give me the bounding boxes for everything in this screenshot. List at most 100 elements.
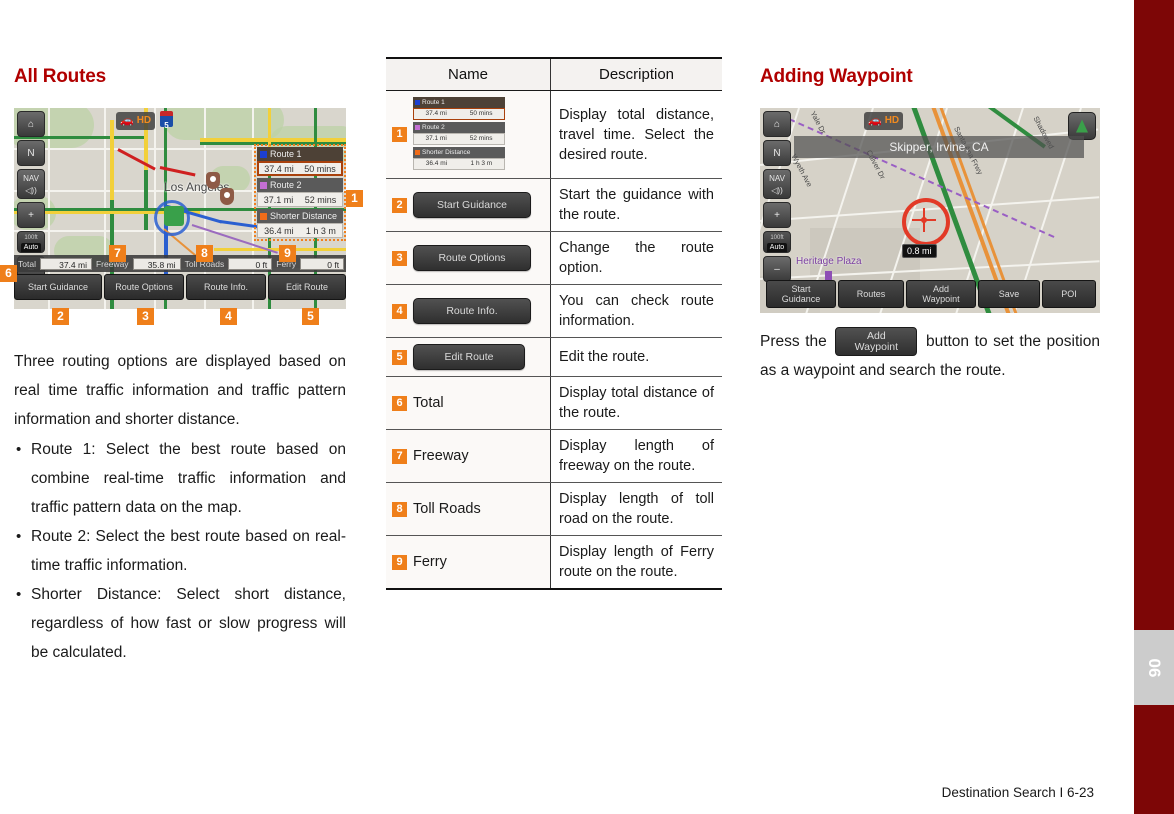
map-scale-indicator[interactable]: 100ft Auto (763, 231, 791, 253)
button-line-1: Start (791, 284, 811, 294)
edit-route-button[interactable]: Edit Route (268, 274, 346, 300)
scale-value: 100ft (24, 235, 38, 241)
north-up-icon[interactable]: N (763, 140, 791, 166)
summary-label-total: Total (18, 258, 36, 269)
nav-label: NAV (23, 174, 39, 183)
callout-4: 4 (392, 303, 407, 319)
add-waypoint-button[interactable]: Add Waypoint (835, 327, 918, 357)
route-options-button[interactable]: Route Options (413, 245, 531, 271)
highway-shield-icon: 5 (160, 111, 173, 130)
table-cell-name: 2 Start Guidance (386, 178, 551, 232)
table-row: 8 Toll Roads Display length of toll road… (386, 482, 722, 536)
zoom-in-button[interactable]: + (17, 202, 45, 228)
route-color-swatch (415, 100, 420, 105)
scale-value: 100ft (770, 235, 784, 241)
start-guidance-button[interactable]: Start Guidance (766, 280, 836, 308)
button-line-1: Add (932, 284, 949, 294)
route-time: 50 mins (469, 110, 493, 117)
callout-6: 6 (392, 395, 407, 411)
summary-value-toll: 0 ft (228, 257, 273, 270)
table-cell-description: You can check route information. (550, 284, 722, 338)
hd-traffic-icon: HD (884, 115, 900, 126)
route-color-swatch (415, 150, 420, 155)
table-row: 3 Route Options Change the route option. (386, 231, 722, 285)
label-ferry: Ferry (413, 554, 447, 570)
add-waypoint-button[interactable]: Add Waypoint (906, 280, 976, 308)
callout-2: 2 (52, 308, 69, 325)
chapter-tab: 06 (1134, 630, 1174, 705)
table-row: 1 Route 1 37.4 mi 50 mins Route 2 37.1 m… (386, 90, 722, 179)
adding-waypoint-screenshot: Yale Dr Culver Dr Wyeth Ave Santa Ana Fr… (760, 108, 1100, 313)
all-routes-screenshot: Los Angeles ⌂ N NAV ◁)) + 100ft Auto – 🚗… (14, 108, 346, 309)
traffic-hd-badge: 🚗 HD (864, 112, 904, 130)
routes-button[interactable]: Routes (838, 280, 904, 308)
callout-3: 3 (137, 308, 154, 325)
nav-label: NAV (769, 174, 785, 183)
table-cell-name: 9 Ferry (386, 535, 551, 590)
callout-7: 7 (109, 245, 126, 262)
table-cell-description: Edit the route. (550, 337, 722, 377)
edit-route-button[interactable]: Edit Route (413, 344, 525, 370)
table-header-row: Name Description (386, 58, 722, 91)
table-row: 2 Start Guidance Start the guidance with… (386, 178, 722, 232)
route-option-row: Route 1 37.4 mi 50 mins (413, 97, 505, 120)
table-cell-description: Display total distance, travel time. Sel… (550, 90, 722, 179)
route-info-button[interactable]: Route Info. (413, 298, 531, 324)
home-icon[interactable]: ⌂ (17, 111, 45, 137)
map-action-bar[interactable]: Start Guidance Route Options Route Info.… (14, 274, 346, 300)
mute-icon: ◁)) (25, 186, 37, 195)
nav-voice-button[interactable]: NAV ◁)) (17, 169, 45, 199)
page-title-all-routes: All Routes (14, 66, 106, 87)
map-action-bar[interactable]: Start Guidance Routes Add Waypoint Save … (766, 280, 1096, 308)
route-distance: 37.4 mi (425, 110, 447, 117)
start-guidance-button[interactable]: Start Guidance (413, 192, 531, 218)
start-guidance-button[interactable]: Start Guidance (14, 274, 102, 300)
route-time: 1 h 3 m (470, 160, 493, 167)
poi-button[interactable]: POI (1042, 280, 1096, 308)
table-cell-description: Display length of Ferry route on the rou… (550, 535, 722, 590)
table-cell-description: Display length of freeway on the route. (550, 429, 722, 483)
name-description-table: Name Description 1 Route 1 37.4 mi 50 mi… (386, 57, 722, 590)
table-cell-description: Display length of toll road on the route… (550, 482, 722, 536)
north-up-icon[interactable]: N (17, 140, 45, 166)
label-toll-roads: Toll Roads (413, 501, 481, 517)
street-label: Yale Dr (808, 109, 828, 136)
route-distance: 36.4 mi (425, 160, 448, 167)
zoom-out-button[interactable]: – (763, 256, 791, 282)
route-option-row: Route 2 37.1 mi 52 mins (413, 122, 505, 145)
callout-3: 3 (392, 250, 407, 266)
label-total: Total (413, 395, 444, 411)
hd-traffic-icon: HD (136, 115, 152, 126)
summary-value-ferry: 0 ft (300, 257, 345, 270)
bullet-route-2: Route 2: Select the best route based on … (14, 522, 346, 580)
zoom-in-button[interactable]: + (763, 202, 791, 228)
nav-voice-button[interactable]: NAV ◁)) (763, 169, 791, 199)
page-footer: Destination Search I 6-23 (941, 785, 1094, 800)
callout-4: 4 (220, 308, 237, 325)
scale-auto-badge: Auto (766, 243, 788, 252)
callout-1: 1 (392, 127, 407, 142)
table-cell-name: 8 Toll Roads (386, 482, 551, 536)
route-options-button[interactable]: Route Options (104, 274, 184, 300)
map-poi-pin (206, 172, 220, 189)
car-icon: 🚗 (120, 114, 134, 127)
callout-6: 6 (0, 265, 17, 282)
home-icon[interactable]: ⌂ (763, 111, 791, 137)
table-cell-name: 4 Route Info. (386, 284, 551, 338)
summary-value-freeway: 35.8 mi (132, 257, 181, 270)
route-info-button[interactable]: Route Info. (186, 274, 266, 300)
table-row: 4 Route Info. You can check route inform… (386, 284, 722, 338)
callout-1: 1 (346, 190, 363, 207)
save-button[interactable]: Save (978, 280, 1040, 308)
table-cell-description: Start the guidance with the route. (550, 178, 722, 232)
destination-flag (164, 206, 184, 226)
chapter-number: 06 (1145, 658, 1164, 677)
button-line-2: Waypoint (922, 294, 960, 304)
callout-7: 7 (392, 448, 407, 464)
summary-value-total: 37.4 mi (39, 257, 92, 270)
map-toolbar-left[interactable]: ⌂ N NAV ◁)) + 100ft Auto – (763, 111, 791, 285)
table-cell-name: 1 Route 1 37.4 mi 50 mins Route 2 37.1 m… (386, 90, 551, 179)
distance-tag: 0.8 mi (902, 244, 937, 258)
button-line-2: Guidance (781, 294, 821, 304)
map-scale-indicator[interactable]: 100ft Auto (17, 231, 45, 253)
